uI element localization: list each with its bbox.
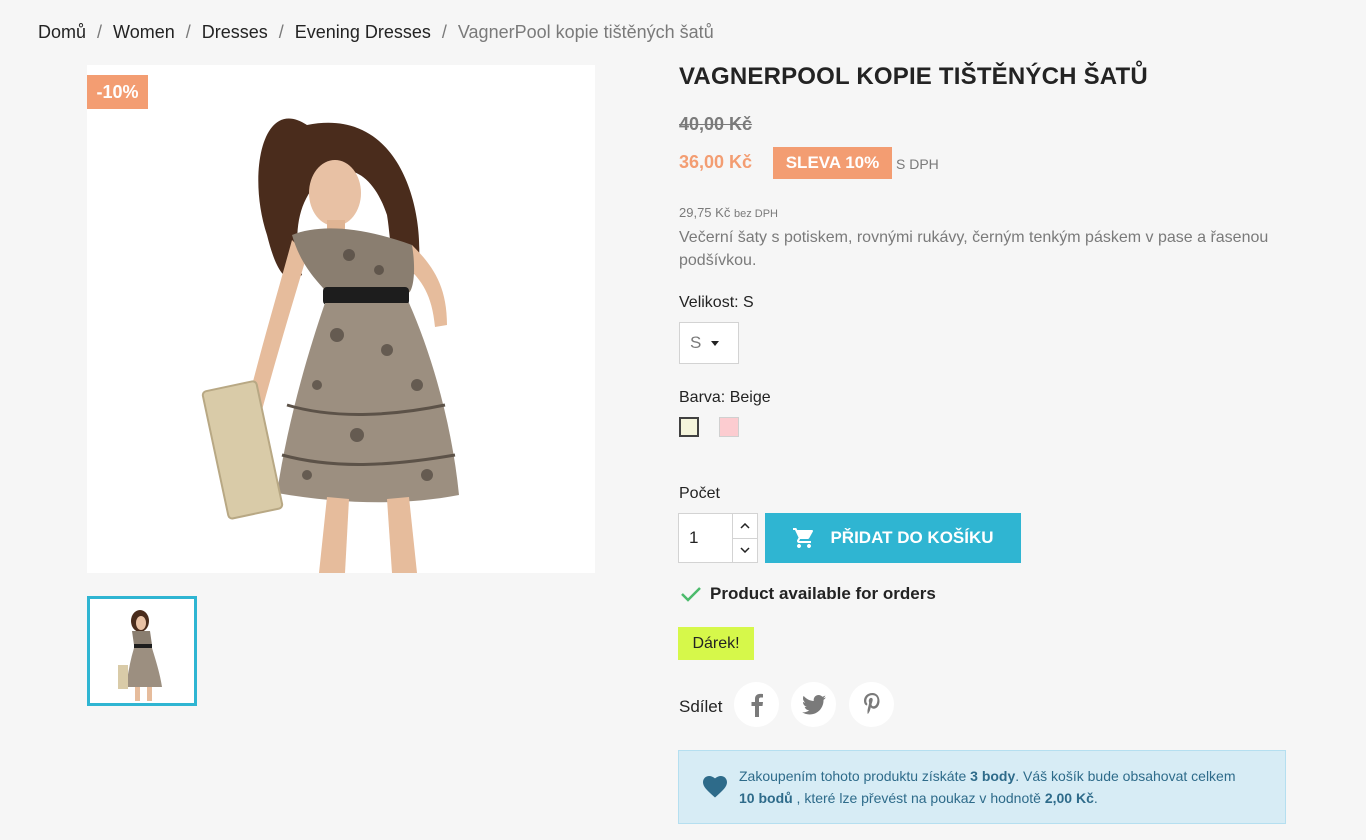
product-cover-image[interactable] [87, 65, 595, 573]
product-description: Večerní šaty s potiskem, rovnými rukávy,… [679, 229, 1269, 269]
breadcrumb-home[interactable]: Domů [38, 22, 86, 43]
discount-flag: -10% [87, 75, 148, 109]
color-swatch-beige[interactable] [679, 417, 699, 437]
share-label: Sdílet [679, 697, 723, 716]
breadcrumb-dresses[interactable]: Dresses [202, 22, 268, 43]
availability-text: Product available for orders [710, 584, 936, 603]
breadcrumb-separator: / [278, 22, 284, 42]
current-price: 36,00 Kč [679, 152, 753, 172]
check-icon [681, 587, 701, 602]
size-select[interactable]: S [679, 322, 739, 364]
add-to-cart-button[interactable]: PŘIDAT DO KOŠÍKU [765, 513, 1021, 563]
twitter-icon [801, 694, 826, 714]
loyalty-points-total: 10 bodů [739, 790, 793, 806]
size-select-value: S [690, 333, 702, 352]
loyalty-text-part: Zakoupením tohoto produktu získáte [739, 768, 971, 784]
pinterest-icon [863, 692, 879, 714]
loyalty-voucher-value: 2,00 Kč [1044, 790, 1094, 806]
breadcrumb-current: VagnerPool kopie tištěných šatů [457, 22, 714, 42]
discount-badge: SLEVA 10% [773, 147, 892, 179]
heart-icon [703, 776, 727, 798]
quantity-stepper [678, 513, 758, 563]
product-thumbnail[interactable] [87, 596, 197, 706]
tax-excl-label: bez DPH [733, 208, 778, 220]
shopping-cart-icon [793, 528, 814, 548]
color-swatch-pink[interactable] [719, 417, 739, 437]
price-tax-excl: 29,75 Kč bez DPH [679, 205, 778, 220]
loyalty-text-part: , které lze převést na poukaz v hodnotě [792, 790, 1045, 806]
loyalty-points-alert: Zakoupením tohoto produktu získáte 3 bod… [678, 750, 1286, 824]
gift-badge: Dárek! [678, 627, 754, 660]
breadcrumb-separator: / [441, 22, 447, 42]
twitter-share-button[interactable] [791, 682, 836, 727]
tax-label: S DPH [896, 156, 939, 172]
loyalty-text-part: . Váš košík bude obsahovat celkem [1015, 768, 1236, 784]
dress-thumbnail-image [90, 599, 194, 703]
dress-model-image [87, 65, 595, 573]
breadcrumb-women[interactable]: Women [113, 22, 175, 43]
breadcrumb-separator: / [185, 22, 191, 42]
availability-status: Product available for orders [680, 584, 936, 604]
add-to-cart-label: PŘIDAT DO KOŠÍKU [830, 528, 994, 547]
caret-down-icon [711, 340, 720, 346]
price-tax-excl-value: 29,75 Kč [679, 205, 731, 220]
size-label: Velikost: S [679, 294, 754, 311]
loyalty-text: Zakoupením tohoto produktu získáte 3 bod… [739, 765, 1236, 809]
quantity-input[interactable] [679, 514, 732, 562]
breadcrumb-separator: / [97, 22, 103, 42]
facebook-share-button[interactable] [734, 682, 779, 727]
quantity-label: Počet [679, 485, 720, 502]
color-label: Barva: Beige [679, 389, 771, 406]
loyalty-points-earned: 3 body [970, 768, 1016, 784]
breadcrumb: Domů / Women / Dresses / Evening Dresses… [38, 22, 714, 43]
breadcrumb-evening-dresses[interactable]: Evening Dresses [295, 22, 431, 43]
regular-price: 40,00 Kč [679, 114, 753, 134]
pinterest-share-button[interactable] [849, 682, 894, 727]
loyalty-text-part: . [1093, 790, 1098, 806]
product-title: VAGNERPOOL KOPIE TIŠTĚNÝCH ŠATŮ [679, 63, 1148, 90]
chevron-up-icon[interactable] [733, 514, 757, 539]
facebook-icon [751, 693, 763, 717]
chevron-down-icon[interactable] [733, 539, 757, 563]
